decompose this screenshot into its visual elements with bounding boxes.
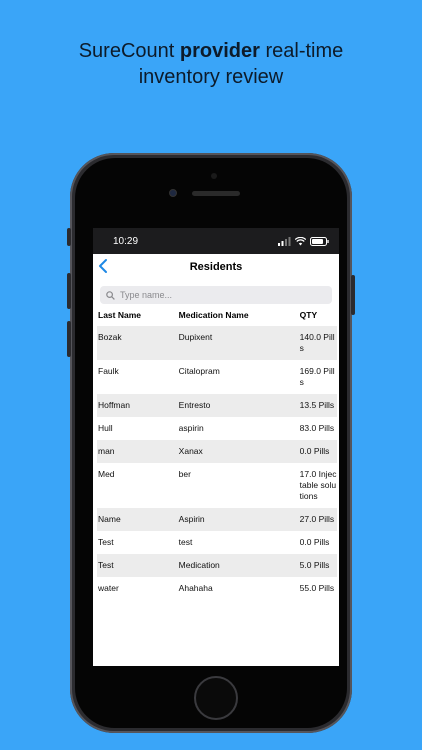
front-camera: [169, 189, 177, 197]
headline-line-2: inventory review: [138, 66, 284, 88]
earpiece-speaker: [192, 191, 240, 196]
cell-medication: ber: [178, 469, 191, 479]
cell-qty: 17.0 Injectable solutions: [299, 469, 337, 501]
volume-down-button: [67, 321, 71, 357]
table-row[interactable]: water Ahahaha 55.0 Pills: [97, 577, 337, 600]
signal-icon: [278, 236, 291, 246]
cell-medication: aspirin: [178, 423, 204, 433]
cell-qty: 13.5 Pills: [298, 394, 337, 417]
cell-qty: 140.0 Pills: [298, 326, 337, 360]
nav-bar: Residents: [93, 254, 339, 280]
table-row[interactable]: Hoffman Entresto 13.5 Pills: [97, 394, 337, 417]
header-qty: QTY: [299, 310, 318, 320]
cell-last-name: Name: [97, 508, 178, 531]
back-button[interactable]: [97, 258, 109, 277]
status-icons: [278, 236, 329, 246]
cell-last-name: Med: [98, 469, 115, 479]
header-last-name: Last Name: [98, 310, 141, 320]
cell-qty: 83.0 Pills: [299, 423, 335, 433]
search-bar[interactable]: [100, 286, 332, 304]
table-row[interactable]: Test Medication 5.0 Pills: [97, 554, 337, 577]
mute-switch: [67, 228, 71, 246]
cell-qty: 169.0 Pills: [299, 366, 335, 387]
app-screen: 10:29 Residents Type name... Last Name M…: [93, 228, 339, 666]
phone-bezel: 10:29 Residents Type name... Last Name M…: [75, 158, 347, 728]
headline-suffix: real-time: [265, 40, 344, 62]
sensor: [211, 173, 217, 179]
headline-line-1: SureCount provider real-time: [0, 38, 422, 64]
cell-last-name: Faulk: [98, 366, 119, 376]
cell-last-name: Bozak: [97, 326, 178, 360]
cell-medication: Entresto: [177, 394, 299, 417]
table-row[interactable]: man Xanax 0.0 Pills: [97, 440, 337, 463]
headline-prefix: SureCount: [78, 40, 175, 62]
residents-table: Last Name Medication Name QTY Bozak Dupi…: [97, 304, 337, 600]
cell-last-name: Hoffman: [97, 394, 178, 417]
cell-last-name: Test: [97, 554, 178, 577]
table-row[interactable]: Name Aspirin 27.0 Pills: [97, 508, 337, 531]
status-bar: 10:29: [93, 228, 339, 254]
home-button[interactable]: [194, 676, 238, 720]
cell-medication: Ahahaha: [178, 583, 213, 593]
phone-frame: 10:29 Residents Type name... Last Name M…: [67, 153, 355, 733]
cell-qty: 55.0 Pills: [299, 583, 335, 593]
volume-up-button: [67, 273, 71, 309]
status-time: 10:29: [113, 235, 139, 247]
wifi-icon: [295, 236, 306, 245]
cell-medication: Dupixent: [177, 326, 299, 360]
table-row[interactable]: Test test 0.0 Pills: [97, 531, 337, 554]
cell-medication: test: [178, 537, 193, 547]
search-input[interactable]: [120, 290, 300, 300]
table-row[interactable]: Med ber 17.0 Injectable solutions: [97, 463, 337, 508]
cell-last-name: man: [97, 440, 178, 463]
search-icon: [106, 290, 115, 300]
cell-last-name: water: [98, 583, 119, 593]
promo-headline: SureCount provider real-time inventory r…: [0, 38, 422, 90]
cell-qty: 0.0 Pills: [299, 537, 330, 547]
cell-qty: 5.0 Pills: [298, 554, 337, 577]
page-title: Residents: [189, 261, 243, 273]
cell-medication: Xanax: [177, 440, 299, 463]
table-row[interactable]: Hull aspirin 83.0 Pills: [97, 417, 337, 440]
cell-last-name: Test: [98, 537, 114, 547]
cell-last-name: Hull: [98, 423, 113, 433]
table-row[interactable]: Bozak Dupixent 140.0 Pills: [97, 326, 337, 360]
cell-medication: Medication: [177, 554, 299, 577]
power-button: [351, 275, 355, 315]
table-row[interactable]: Faulk Citalopram 169.0 Pills: [97, 360, 337, 394]
cell-medication: Aspirin: [177, 508, 299, 531]
chevron-left-icon: [99, 259, 107, 273]
cell-medication: Citalopram: [178, 366, 220, 376]
cell-qty: 27.0 Pills: [298, 508, 337, 531]
headline-bold: provider: [179, 40, 260, 62]
table-header-row: Last Name Medication Name QTY: [97, 304, 337, 326]
cell-qty: 0.0 Pills: [298, 440, 337, 463]
header-medication-name: Medication Name: [178, 310, 249, 320]
battery-icon: [310, 236, 329, 246]
